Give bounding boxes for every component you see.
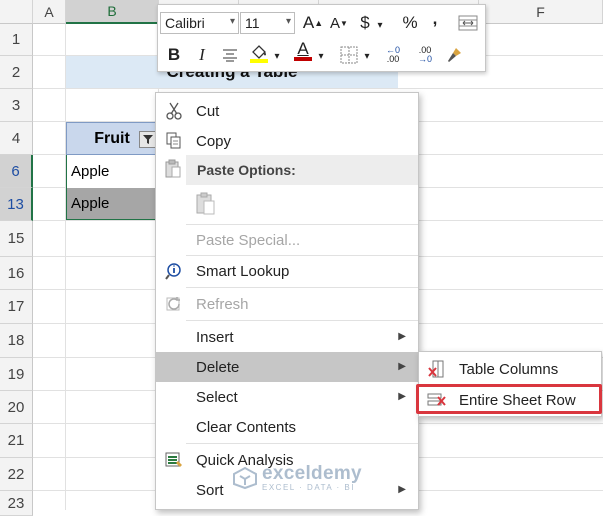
chevron-down-icon: ▾ [285,16,291,27]
row-header-16[interactable]: 16 [0,257,33,290]
menu-item-smart-lookup[interactable]: Smart Lookup [156,256,418,286]
menu-item-label: Clear Contents [196,419,297,436]
row-header-21[interactable]: 21 [0,424,33,458]
menu-item-label: Smart Lookup [196,263,290,280]
row-header-22[interactable]: 22 [0,458,33,491]
menu-item-label: Sort [196,482,224,499]
percent-button[interactable]: % [400,11,420,35]
smart-lookup-icon [164,261,184,281]
table-cell[interactable]: Apple [66,155,158,188]
chevron-down-icon: ▾ [229,16,235,27]
column-header-f[interactable]: F [479,0,603,24]
menu-item-label: Insert [196,329,234,346]
submenu-item-table-columns[interactable]: Table Columns [419,354,601,384]
filter-dropdown-icon[interactable] [139,131,156,148]
menu-item-label: Select [196,389,238,406]
row-header-2[interactable]: 2 [0,56,33,89]
font-color-button[interactable]: A [292,39,314,63]
menu-item-refresh[interactable]: Refresh [156,289,418,319]
quick-analysis-icon [164,450,184,470]
chevron-right-icon: ▶ [398,484,406,495]
paste-options-header: Paste Options: [186,155,418,185]
scissors-icon [164,101,184,121]
row-header-15[interactable]: 15 [0,221,33,257]
menu-item-label: Copy [196,133,232,150]
chevron-right-icon: ▶ [398,361,406,372]
row-header-17[interactable]: 17 [0,290,33,324]
merge-center-icon[interactable] [456,11,480,35]
italic-button[interactable]: I [192,43,212,67]
highlight-box [416,384,602,414]
chevron-down-icon[interactable]: ▾ [316,44,326,68]
menu-item-label: Refresh [196,296,249,313]
currency-button[interactable]: $ [356,11,374,35]
table-cell[interactable]: Apple [66,188,158,220]
align-center-icon[interactable] [220,43,240,67]
column-header-a[interactable]: A [33,0,66,24]
context-menu: Cut Copy Paste Options: Paste Special...… [155,92,419,510]
mini-toolbar: Calibri ▾ 11 ▾ A ▲ A ▼ $ ▾ % , B I ▾ A ▾ ▾… [157,4,486,72]
row-header-23[interactable]: 23 [0,491,33,516]
font-name-value: Calibri [165,15,205,31]
menu-item-paste-special[interactable]: Paste Special... [156,225,418,255]
row-header-20[interactable]: 20 [0,391,33,424]
row-header-18[interactable]: 18 [0,324,33,358]
menu-item-select[interactable]: Select ▶ [156,382,418,412]
chevron-down-icon[interactable]: ▾ [362,44,372,68]
row-header-13[interactable]: 13 [0,188,33,221]
chevron-right-icon: ▶ [398,331,406,342]
chevron-down-icon[interactable]: ▾ [272,44,282,68]
font-name-select[interactable]: Calibri ▾ [160,12,239,34]
paste-icon [164,159,182,184]
menu-item-label: Paste Special... [196,232,301,249]
copy-icon [164,131,184,151]
decrease-decimal-button[interactable]: .00 →0 [412,43,438,67]
select-all-corner[interactable] [0,0,33,24]
shrink-font-button[interactable]: A ▼ [328,11,350,35]
row-header-19[interactable]: 19 [0,358,33,391]
watermark-tagline: EXCEL · DATA · BI [262,483,355,492]
refresh-icon [164,294,184,314]
comma-style-button[interactable]: , [428,7,442,31]
column-header-b[interactable]: B [66,0,159,24]
font-size-value: 11 [245,15,260,31]
exceldemy-logo-icon [233,466,257,489]
menu-item-copy[interactable]: Copy [156,126,418,156]
menu-item-insert[interactable]: Insert ▶ [156,322,418,352]
chevron-right-icon: ▶ [398,391,406,402]
watermark: exceldemy EXCEL · DATA · BI [232,463,362,492]
row-header-4[interactable]: 4 [0,122,33,155]
fill-color-icon[interactable] [248,41,270,65]
chevron-down-icon[interactable]: ▾ [375,13,385,37]
menu-item-delete[interactable]: Delete ▶ [156,352,418,382]
menu-item-cut[interactable]: Cut [156,96,418,126]
row-header-1[interactable]: 1 [0,24,33,56]
font-size-select[interactable]: 11 ▾ [240,12,295,34]
menu-item-clear-contents[interactable]: Clear Contents [156,412,418,442]
submenu-item-label: Table Columns [459,361,559,378]
menu-item-label: Cut [196,103,220,120]
delete-table-columns-icon [427,360,447,378]
increase-decimal-button[interactable]: ←0.00 [380,43,406,67]
paste-option-icon[interactable] [194,191,220,217]
bold-button[interactable]: B [164,43,184,67]
row-header-6[interactable]: 6 [0,155,33,188]
grow-font-button[interactable]: A ▲ [302,11,324,35]
borders-icon[interactable] [338,43,360,67]
format-painter-icon[interactable] [444,43,466,67]
watermark-name: exceldemy [262,463,362,484]
row-header-3[interactable]: 3 [0,89,33,122]
menu-item-label: Delete [196,359,240,376]
